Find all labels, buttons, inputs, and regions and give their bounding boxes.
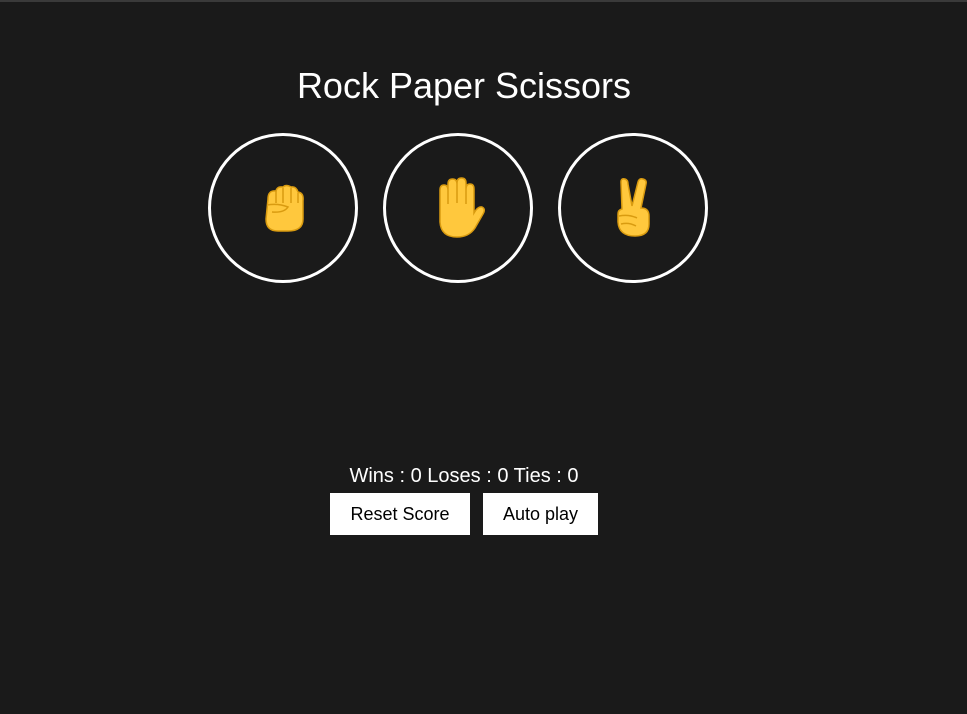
victory-hand-emoji-icon: [617, 178, 650, 237]
loses-count: 0: [497, 465, 509, 487]
rock-button[interactable]: [208, 133, 358, 283]
auto-play-button[interactable]: Auto play: [483, 493, 598, 535]
window-top-border: [0, 0, 967, 2]
wins-count: 0: [410, 465, 422, 487]
scissors-button[interactable]: [558, 133, 708, 283]
raised-hand-emoji-icon: [439, 177, 486, 238]
reset-score-button[interactable]: Reset Score: [330, 493, 470, 535]
paper-button[interactable]: [383, 133, 533, 283]
ties-label: Ties: [513, 465, 551, 487]
page-title: Rock Paper Scissors: [296, 65, 632, 106]
fist-emoji-icon: [265, 184, 304, 232]
loses-label: Loses: [427, 465, 481, 487]
ties-count: 0: [567, 465, 579, 487]
score-display: Wins : 0 Loses : 0 Ties : 0: [349, 465, 579, 487]
wins-label: Wins: [349, 465, 394, 487]
